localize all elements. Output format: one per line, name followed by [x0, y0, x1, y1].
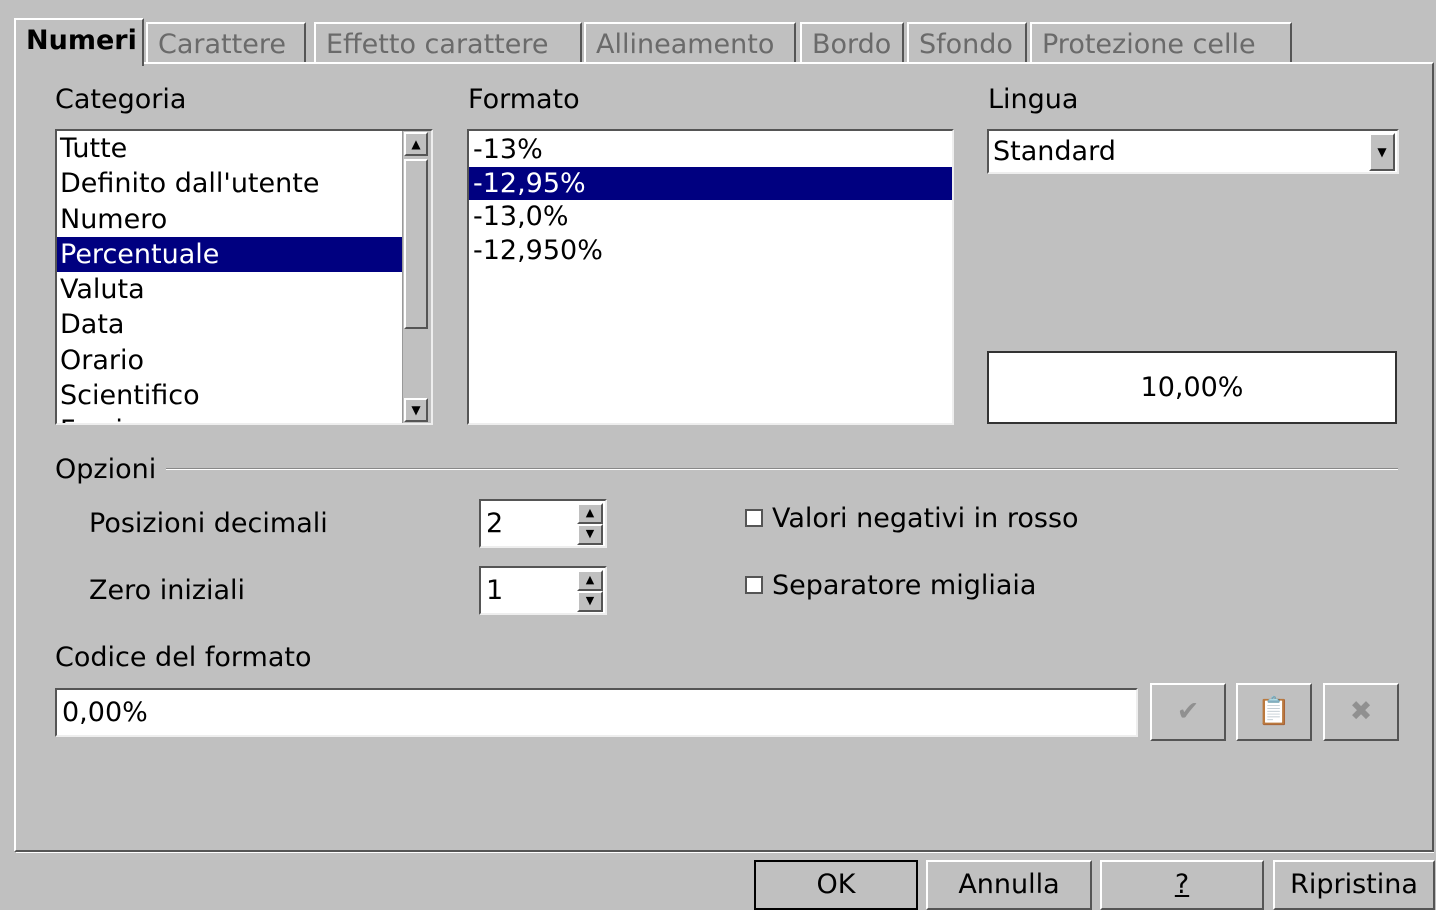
decimal-places-spinner[interactable]: 2 ▲ ▼ [479, 499, 607, 548]
category-item[interactable]: Valuta [57, 272, 404, 307]
options-divider [166, 468, 1398, 470]
format-code-label: Codice del formato [55, 642, 312, 673]
format-item[interactable]: -13% [469, 133, 952, 167]
category-item[interactable]: Frazione [57, 413, 404, 423]
chevron-down-icon[interactable]: ▼ [1369, 133, 1395, 171]
category-item[interactable]: Orario [57, 343, 404, 378]
spin-up-icon[interactable]: ▲ [577, 503, 603, 524]
format-code-input[interactable]: 0,00% [55, 688, 1138, 737]
format-list: -13% -12,95% -13,0% -12,950% [469, 131, 952, 267]
category-item[interactable]: Scientifico [57, 378, 404, 413]
thousands-separator-checkbox[interactable] [745, 576, 763, 594]
category-item[interactable]: Definito dall'utente [57, 166, 404, 201]
bottom-separator [16, 850, 1434, 853]
category-label: Categoria [55, 84, 187, 115]
scroll-down-button[interactable]: ▼ [404, 398, 428, 422]
language-select[interactable]: Standard ▼ [987, 129, 1399, 174]
cancel-button[interactable]: Annulla [926, 860, 1092, 910]
leading-zeros-label: Zero iniziali [89, 575, 246, 606]
tab-numeri[interactable]: Numeri [14, 18, 144, 66]
thousands-separator-label: Separatore migliaia [772, 570, 1037, 601]
format-item[interactable]: -12,950% [469, 234, 952, 268]
tab-carattere[interactable]: Carattere [146, 22, 306, 64]
category-listbox[interactable]: Tutte Definito dall'utente Numero Percentua… [55, 129, 433, 425]
scroll-up-button[interactable]: ▲ [404, 132, 428, 156]
help-button[interactable]: ? [1100, 860, 1264, 910]
ok-button[interactable]: OK [754, 860, 918, 910]
language-value: Standard [993, 136, 1116, 167]
category-item[interactable]: Tutte [57, 131, 404, 166]
delete-icon[interactable]: ✖ [1323, 683, 1399, 741]
spin-up-icon[interactable]: ▲ [577, 570, 603, 591]
category-list: Tutte Definito dall'utente Numero Percentua… [57, 131, 431, 423]
category-item[interactable]: Percentuale [57, 236, 404, 273]
category-item[interactable]: Numero [57, 202, 404, 237]
format-label: Formato [468, 84, 580, 115]
reset-button[interactable]: Ripristina [1273, 860, 1435, 910]
tab-bar: Numeri Carattere Effetto carattere Allin… [14, 18, 1304, 66]
tab-protezione-celle[interactable]: Protezione celle [1030, 22, 1292, 64]
spin-down-icon[interactable]: ▼ [577, 591, 603, 612]
comment-icon[interactable]: 📋 [1236, 683, 1312, 741]
decimal-places-label: Posizioni decimali [89, 508, 328, 539]
leading-zeros-value: 1 [486, 575, 504, 606]
category-scrollbar[interactable]: ▲ ▼ [402, 131, 431, 423]
tab-sfondo[interactable]: Sfondo [907, 22, 1027, 64]
format-listbox[interactable]: -13% -12,95% -13,0% -12,950% [467, 129, 954, 425]
spin-down-icon[interactable]: ▼ [577, 524, 603, 545]
decimal-places-value: 2 [486, 508, 504, 539]
category-item[interactable]: Data [57, 307, 404, 342]
negative-red-label: Valori negativi in rosso [772, 503, 1079, 534]
format-preview: 10,00% [987, 351, 1397, 424]
tab-bordo[interactable]: Bordo [800, 22, 904, 64]
tab-allineamento[interactable]: Allineamento [584, 22, 796, 64]
tab-effetto-carattere[interactable]: Effetto carattere [314, 22, 582, 64]
checkmark-icon[interactable]: ✔ [1150, 683, 1226, 741]
scroll-thumb[interactable] [404, 159, 428, 329]
options-label: Opzioni [55, 454, 157, 485]
language-label: Lingua [988, 84, 1079, 115]
format-item[interactable]: -12,95% [469, 166, 952, 200]
format-item[interactable]: -13,0% [469, 200, 952, 234]
leading-zeros-spinner[interactable]: 1 ▲ ▼ [479, 566, 607, 615]
negative-red-checkbox[interactable] [745, 509, 763, 527]
